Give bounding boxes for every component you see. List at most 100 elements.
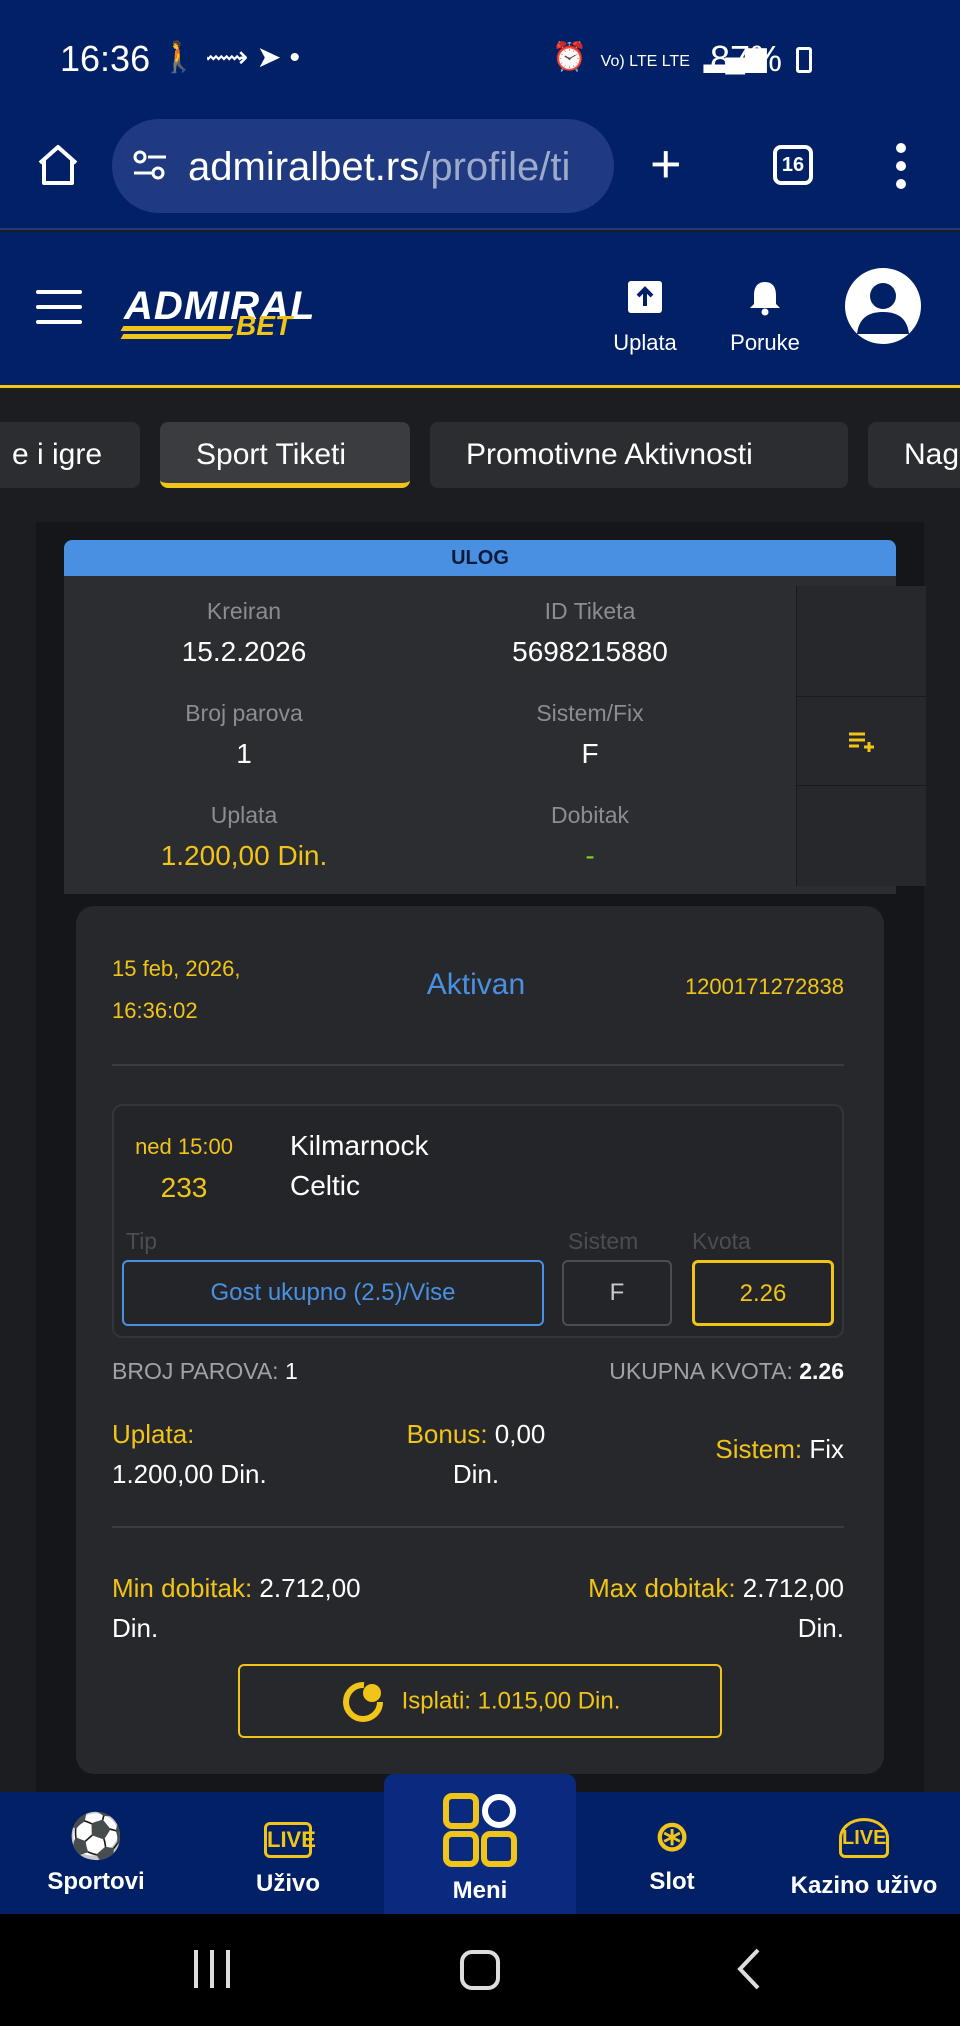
total-pairs: BROJ PAROVA: 1 — [112, 1358, 298, 1385]
away-team: Celtic — [290, 1170, 361, 1201]
nav-kazino-uzivo[interactable]: LIVE Kazino uživo — [768, 1812, 960, 1900]
site-settings-icon[interactable] — [130, 145, 170, 185]
recent-apps-icon[interactable] — [192, 1950, 232, 1990]
min-win-label: Min dobitak: — [112, 1573, 253, 1603]
alarm-icon: ⏰ — [552, 41, 587, 72]
bell-icon — [750, 282, 780, 316]
url-path: /profile/ti — [419, 145, 571, 189]
admiral-bet-logo[interactable]: ADMIRAL BET — [0, 232, 314, 382]
cashout-icon — [342, 1681, 383, 1722]
payin-value: 1.200,00 Din. — [160, 840, 328, 871]
nav-slot-label: Slot — [649, 1868, 695, 1895]
messages-label: Poruke — [730, 330, 800, 355]
add-to-list-button[interactable] — [797, 696, 927, 786]
bonus-info: Bonus: 0,00 Din. — [366, 1414, 586, 1494]
payin-label: Uplata — [210, 802, 278, 828]
divider — [112, 1064, 844, 1066]
created-label: Kreiran — [206, 598, 282, 624]
total-odds-label: UKUPNA KVOTA: — [609, 1358, 793, 1384]
live-icon: LIVE — [264, 1822, 316, 1858]
nav-meni-label: Meni — [452, 1877, 508, 1904]
status-bar: 16:36 🚶⟿➤• ⏰ Vo) LTE LTE ▂▄▆ 87% — [0, 0, 960, 115]
match-number: 233 — [160, 1172, 208, 1203]
sports-ball-icon: ⚽ — [68, 1812, 124, 1861]
battery-percent: 87% — [710, 38, 783, 79]
upload-icon — [628, 281, 662, 313]
payin-info: Uplata: 1.200,00 Din. — [112, 1414, 267, 1494]
browser-toolbar: admiralbet.rs/profile/ti + 16 — [0, 115, 960, 230]
sistem-info: Sistem: Fix — [636, 1434, 844, 1465]
card-sistem-value: Fix — [809, 1434, 844, 1464]
max-win-value: 2.712,00 — [742, 1573, 844, 1603]
nav-sportovi-label: Sportovi — [47, 1868, 145, 1895]
avatar[interactable] — [845, 268, 921, 344]
nav-meni[interactable]: Meni — [384, 1774, 576, 1914]
bonus-label: Bonus: — [406, 1419, 488, 1449]
ticket-status: Aktivan — [426, 968, 526, 1001]
card-payin-value: 1.200,00 Din. — [112, 1459, 267, 1489]
ticket-summary: Kreiran 15.2.2026 ID Tiketa 5698215880 B… — [64, 576, 927, 894]
tab-sport-tiketi[interactable]: Sport Tiketi — [160, 422, 410, 488]
network-label: Vo) LTE LTE — [600, 53, 690, 70]
pairs-value: 1 — [236, 738, 252, 769]
sistem-value: F — [562, 1260, 672, 1326]
cashout-button[interactable]: Isplati: 1.015,00 Din. — [238, 1664, 722, 1738]
url-text[interactable]: admiralbet.rs/profile/ti — [188, 145, 588, 190]
new-tab-icon[interactable]: + — [650, 137, 682, 191]
url-bar[interactable]: admiralbet.rs/profile/ti — [112, 119, 614, 213]
max-win-label: Max dobitak: — [588, 1573, 736, 1603]
total-odds: UKUPNA KVOTA: 2.26 — [506, 1358, 844, 1385]
kvota-value: 2.26 — [692, 1260, 834, 1326]
min-win-value: 2.712,00 — [259, 1573, 361, 1603]
playlist-add-icon — [849, 732, 874, 752]
nav-uzivo-label: Uživo — [255, 1870, 320, 1897]
logo-stripe-2 — [120, 334, 234, 339]
deposit-button[interactable]: Uplata — [600, 278, 690, 356]
deposit-label: Uplata — [613, 330, 677, 355]
app-header: ADMIRAL BET Uplata Poruke — [0, 232, 960, 388]
sistem-label: Sistem — [568, 1228, 639, 1254]
logo-stripe-1 — [120, 326, 234, 331]
messages-button[interactable]: Poruke — [720, 278, 810, 356]
win-value: - — [585, 840, 595, 871]
tab-switcher-button[interactable]: 16 — [773, 145, 813, 185]
more-menu-icon[interactable] — [896, 143, 908, 189]
ulog-header: ULOG — [64, 540, 896, 576]
back-icon[interactable] — [734, 1946, 764, 1992]
ticket-panel: ULOG Kreiran 15.2.2026 ID Tiketa 5698215… — [36, 522, 927, 1792]
divider — [112, 1526, 844, 1528]
cast-icon: ⟿ — [205, 41, 257, 74]
nav-uzivo[interactable]: LIVE Uživo — [192, 1812, 384, 1898]
nav-slot[interactable]: ⊛ Slot — [576, 1812, 768, 1896]
tab-partial-left[interactable]: e i igre — [0, 422, 140, 488]
card-sistem-label: Sistem: — [715, 1434, 803, 1464]
status-time: 16:36 — [60, 38, 151, 79]
dot-icon: • — [289, 41, 309, 74]
nav-sportovi[interactable]: ⚽ Sportovi — [0, 1812, 192, 1896]
user-icon — [857, 283, 909, 334]
live-casino-icon: LIVE — [839, 1818, 889, 1858]
pairs-label: Broj parova — [185, 700, 303, 726]
home-nav-icon[interactable] — [460, 1950, 500, 1990]
battery-level: 87% — [710, 38, 813, 80]
total-pairs-value: 1 — [284, 1358, 298, 1384]
bottom-navigation: ⚽ Sportovi LIVE Uživo Meni ⊛ Slot LIVE K… — [0, 1774, 960, 1914]
home-team: Kilmarnock — [290, 1130, 429, 1161]
card-payin-label: Uplata: — [112, 1419, 195, 1449]
url-host: admiralbet.rs — [188, 145, 420, 189]
ticket-datetime: 15 feb, 2026, 16:36:02 — [112, 948, 240, 1032]
profile-tabs: e i igre Sport Tiketi Promotivne Aktivno… — [0, 390, 960, 520]
battery-icon — [796, 47, 813, 73]
tip-value: Gost ukupno (2.5)/Vise — [122, 1260, 544, 1326]
match-time: ned 15:00 — [135, 1134, 233, 1159]
max-win-info: Max dobitak: 2.712,00 Din. — [496, 1568, 844, 1648]
ticket-date: 15 feb, 2026, — [112, 956, 241, 981]
total-pairs-label: BROJ PAROVA: — [112, 1358, 279, 1384]
home-icon[interactable] — [34, 141, 82, 189]
ticket-id-value: 5698215880 — [512, 636, 668, 667]
total-odds-value: 2.26 — [799, 1358, 844, 1384]
ticket-time: 16:36:02 — [112, 998, 198, 1023]
tab-partial-right[interactable]: Nag — [868, 422, 960, 488]
ticket-card: 15 feb, 2026, 16:36:02 Aktivan 120017127… — [76, 906, 884, 1774]
tab-promotivne-aktivnosti[interactable]: Promotivne Aktivnosti — [430, 422, 848, 488]
